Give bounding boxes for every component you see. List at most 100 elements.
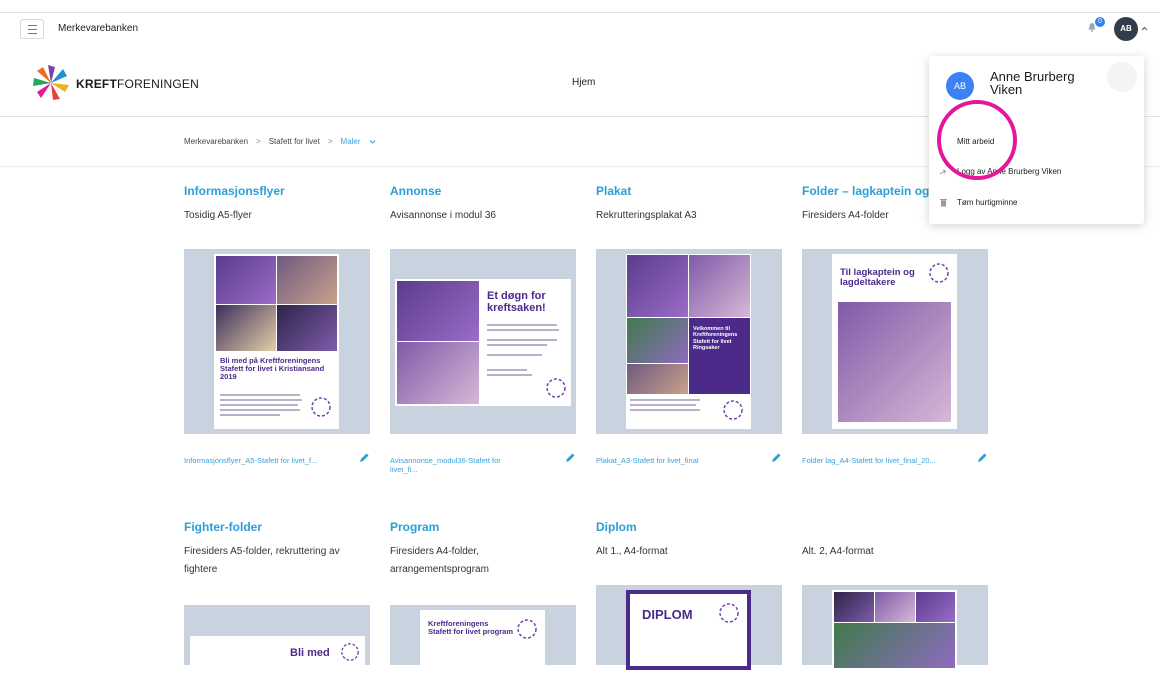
card-subtitle: Firesiders A4-folder, arrangementsprogra… bbox=[390, 546, 489, 575]
photo bbox=[834, 623, 955, 668]
card-thumbnail[interactable]: Bli med på Kreftforeningens Stafett for … bbox=[184, 249, 370, 434]
menu-item-clear-cache[interactable]: Tøm hurtigminne bbox=[957, 198, 1017, 207]
card-title[interactable]: Fighter-folder bbox=[184, 520, 370, 534]
nav-home-link[interactable]: Hjem bbox=[572, 77, 595, 88]
text-line bbox=[220, 409, 300, 411]
hamburger-menu-button[interactable] bbox=[20, 19, 44, 39]
document-heading: Et døgn for kreftsaken! bbox=[487, 290, 546, 314]
template-card[interactable]: Annonse Avisannonse i modul 36 bbox=[390, 184, 576, 225]
template-card[interactable]: Plakat Rekrutteringsplakat A3 bbox=[596, 184, 782, 225]
wordmark-bold: KREFT bbox=[76, 77, 117, 91]
breadcrumb-item[interactable]: Merkevarebanken bbox=[184, 137, 248, 146]
card-thumbnail[interactable]: Kreftforeningens Stafett for livet progr… bbox=[390, 605, 576, 670]
photo bbox=[875, 592, 915, 622]
text-line bbox=[487, 374, 532, 376]
notification-badge: 0 bbox=[1095, 17, 1105, 27]
card-title[interactable]: Plakat bbox=[596, 184, 782, 198]
card-thumbnail[interactable] bbox=[802, 585, 988, 670]
card-thumbnail[interactable]: Velkommen til Kreftforeningens Stafett f… bbox=[596, 249, 782, 434]
breadcrumb-separator: > bbox=[327, 137, 333, 146]
hamburger-icon bbox=[28, 25, 37, 26]
photo bbox=[216, 305, 276, 351]
text-line bbox=[220, 414, 280, 416]
card-subtitle: Alt. 2, A4-format bbox=[802, 546, 874, 557]
template-card[interactable]: Alt. 2, A4-format bbox=[802, 520, 988, 561]
card-subtitle: Avisannonse i modul 36 bbox=[390, 210, 496, 221]
card-title[interactable]: Folder – lagkaptein og -d bbox=[802, 184, 932, 198]
document-heading: DIPLOM bbox=[642, 607, 693, 622]
template-card[interactable]: Diplom Alt 1., A4-format bbox=[596, 520, 782, 561]
document-heading: Bli med på Kreftforeningens Stafett for … bbox=[220, 356, 325, 381]
photo bbox=[834, 592, 874, 622]
text-line bbox=[220, 394, 300, 396]
card-title[interactable]: Annonse bbox=[390, 184, 576, 198]
pencil-icon[interactable] bbox=[770, 452, 782, 464]
template-card[interactable]: Folder – lagkaptein og -d Firesiders A4-… bbox=[802, 184, 932, 225]
text-line bbox=[220, 404, 298, 406]
card-thumbnail[interactable]: Til lagkaptein og lagdeltakere bbox=[802, 249, 988, 434]
breadcrumb-current[interactable]: Maler bbox=[341, 137, 361, 146]
stafett-logo-icon bbox=[341, 643, 359, 661]
card-subtitle: Rekrutteringsplakat A3 bbox=[596, 210, 697, 221]
card-subtitle: Firesiders A5-folder, rekruttering av fi… bbox=[184, 546, 340, 575]
chevron-down-icon[interactable] bbox=[369, 138, 376, 145]
template-card[interactable]: Program Firesiders A4-folder, arrangemen… bbox=[390, 520, 576, 579]
user-name: Anne Brurberg Viken bbox=[990, 69, 1075, 97]
pencil-icon[interactable] bbox=[976, 452, 988, 464]
brand-wordmark: KREFTFORENINGEN bbox=[76, 77, 199, 91]
file-name-link[interactable]: Informasjonsflyer_A5-Stafett for livet_f… bbox=[184, 456, 324, 465]
text-line bbox=[487, 354, 542, 356]
card-thumbnail[interactable]: Bli med bbox=[184, 605, 370, 676]
document-preview: Bli med på Kreftforeningens Stafett for … bbox=[214, 254, 339, 429]
photo bbox=[277, 256, 337, 304]
card-title[interactable]: Diplom bbox=[596, 520, 782, 534]
user-dropdown-menu: AB Anne Brurberg Viken Mitt arbeid Logg … bbox=[929, 56, 1144, 224]
card-title[interactable]: Program bbox=[390, 520, 576, 534]
card-thumbnail[interactable]: DIPLOM bbox=[596, 585, 782, 670]
photo bbox=[216, 256, 276, 304]
avatar-placeholder bbox=[1107, 62, 1137, 92]
document-preview: Kreftforeningens Stafett for livet progr… bbox=[420, 610, 545, 670]
stafett-logo-icon bbox=[517, 619, 537, 639]
document-heading: Bli med bbox=[290, 647, 330, 659]
menu-item-my-work[interactable]: Mitt arbeid bbox=[957, 137, 994, 146]
pencil-icon[interactable] bbox=[564, 452, 576, 464]
photo bbox=[397, 281, 479, 341]
file-name-link[interactable]: Avisannonse_modul36-Stafett for livet_fi… bbox=[390, 456, 530, 474]
logout-icon bbox=[939, 169, 947, 175]
card-thumbnail[interactable]: Et døgn for kreftsaken! bbox=[390, 249, 576, 434]
text-line bbox=[487, 369, 527, 371]
file-name-link[interactable]: Folder lag_A4-Stafett for livet_final_20… bbox=[802, 456, 942, 465]
kreftforeningen-logo-icon[interactable] bbox=[28, 60, 74, 106]
text-line bbox=[630, 409, 700, 411]
file-name-link[interactable]: Plakat_A3-Stafett for livet_final bbox=[596, 456, 736, 465]
user-avatar-button[interactable]: AB bbox=[1114, 17, 1138, 41]
document-preview: Bli med bbox=[190, 636, 365, 676]
menu-item-logout[interactable]: Logg av Anne Brurberg Viken bbox=[957, 167, 1061, 176]
card-subtitle: Alt 1., A4-format bbox=[596, 546, 668, 557]
text-line bbox=[630, 404, 696, 406]
stafett-logo-icon bbox=[719, 603, 739, 623]
document-preview: Til lagkaptein og lagdeltakere bbox=[832, 254, 957, 429]
app-name: Merkevarebanken bbox=[58, 23, 139, 34]
app-bar: Merkevarebanken 0 AB bbox=[0, 12, 1160, 42]
photo bbox=[627, 364, 688, 394]
document-heading: Kreftforeningens Stafett for livet progr… bbox=[428, 619, 514, 636]
pencil-icon[interactable] bbox=[358, 452, 370, 464]
template-card[interactable]: Informasjonsflyer Tosidig A5-flyer bbox=[184, 184, 370, 225]
stafett-logo-icon bbox=[546, 378, 566, 398]
stafett-logo-icon bbox=[723, 400, 743, 420]
avatar: AB bbox=[946, 72, 974, 100]
photo bbox=[397, 342, 479, 404]
photo bbox=[277, 305, 337, 351]
photo bbox=[838, 302, 951, 422]
wordmark-regular: FORENINGEN bbox=[117, 77, 200, 91]
breadcrumb-item[interactable]: Stafett for livet bbox=[269, 137, 320, 146]
photo bbox=[689, 255, 750, 317]
card-title[interactable]: Informasjonsflyer bbox=[184, 184, 370, 198]
purple-panel: Velkommen til Kreftforeningens Stafett f… bbox=[689, 318, 750, 394]
chevron-up-icon[interactable] bbox=[1141, 25, 1148, 32]
card-subtitle: Firesiders A4-folder bbox=[802, 210, 889, 221]
text-line bbox=[487, 344, 547, 346]
template-card[interactable]: Fighter-folder Firesiders A5-folder, rek… bbox=[184, 520, 370, 579]
